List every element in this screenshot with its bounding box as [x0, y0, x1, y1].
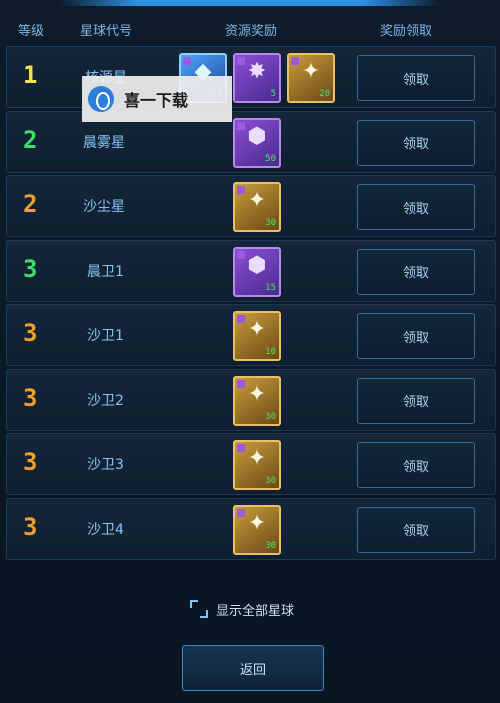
reward-quantity: 50 — [265, 153, 276, 164]
claim-button[interactable]: 领取 — [357, 184, 475, 230]
gold-star-icon: ✦ — [247, 381, 267, 407]
planet-code: 沙卫3 — [87, 457, 124, 473]
reward-quantity: 5 — [270, 89, 276, 99]
claim-button[interactable]: 领取 — [357, 377, 475, 424]
planet-code: 沙卫1 — [87, 328, 124, 344]
level-value: 2 — [23, 190, 38, 218]
claim-button[interactable]: 领取 — [357, 119, 475, 166]
header-claim-reward: 奖励领取 — [380, 24, 433, 39]
watermark: 喜一下载 — [82, 76, 232, 122]
header-resource-reward: 资源奖励 — [225, 24, 278, 39]
crystal-cluster-icon: ✸ — [247, 59, 267, 84]
reward-item[interactable]: ✸ 5 — [233, 53, 281, 103]
level-value: 3 — [23, 448, 38, 476]
table-row: 3 沙卫2 ✦ 30 领取 — [6, 368, 496, 431]
watermark-logo-icon — [88, 86, 114, 112]
level-value: 3 — [23, 254, 38, 283]
planet-code: 沙卫2 — [87, 392, 124, 409]
show-all-label: 显示全部星球 — [216, 603, 295, 619]
crystal-icon: ⬢ — [247, 123, 267, 149]
level-value: 3 — [23, 512, 38, 541]
back-button[interactable]: 返回 — [182, 645, 324, 691]
level-value: 3 — [23, 383, 38, 412]
table-row: 2 晨雾星 ⬢ 50 领取 — [6, 110, 496, 173]
reward-item[interactable]: ✦ 30 — [233, 504, 281, 555]
reward-item[interactable]: ⬢ 50 — [233, 117, 281, 168]
reward-quantity: 15 — [265, 282, 276, 293]
table-row: 2 沙尘星 ✦ 30 领取 — [6, 175, 496, 237]
claim-button[interactable]: 领取 — [357, 248, 475, 295]
reward-item[interactable]: ✦ 30 — [233, 440, 281, 490]
table-row: 3 沙卫1 ✦ 10 领取 — [6, 304, 496, 366]
reward-quantity: 20 — [319, 89, 330, 99]
level-value: 2 — [23, 125, 38, 154]
planet-code: 沙卫4 — [87, 521, 124, 538]
checkbox-icon[interactable] — [190, 600, 208, 618]
reward-quantity: 10 — [265, 347, 276, 357]
reward-item[interactable]: ⬢ 15 — [233, 246, 281, 297]
level-value: 1 — [23, 61, 38, 89]
table-row: 1核源星◆200✸5✦20领取 — [6, 46, 496, 108]
reward-item[interactable]: ✦ 10 — [233, 311, 281, 361]
crystal-icon: ⬢ — [247, 252, 267, 278]
reward-quantity: 30 — [265, 218, 276, 228]
level-value: 3 — [23, 319, 38, 347]
reward-quantity: 30 — [265, 540, 276, 551]
show-all-planets-toggle[interactable]: 显示全部星球 — [190, 597, 294, 621]
reward-item[interactable]: ✦ 30 — [233, 182, 281, 232]
claim-button[interactable]: 领取 — [357, 506, 475, 553]
claim-button[interactable]: 领取 — [357, 313, 475, 359]
planet-code: 晨雾星 — [83, 134, 125, 151]
gold-star-icon: ✦ — [301, 59, 321, 84]
table-row: 3 沙卫4 ✦ 30 领取 — [6, 497, 496, 560]
table-row: 3 晨卫1 ⬢ 15 领取 — [6, 239, 496, 302]
watermark-text: 喜一下载 — [124, 91, 189, 110]
header-planet-code: 星球代号 — [80, 24, 133, 39]
header-level: 等级 — [18, 24, 45, 39]
reward-item[interactable]: ✦ 20 — [287, 53, 335, 103]
gold-star-icon: ✦ — [247, 446, 267, 471]
claim-button[interactable]: 领取 — [357, 55, 475, 101]
gold-star-icon: ✦ — [247, 188, 267, 213]
planet-code: 晨卫1 — [87, 263, 124, 280]
claim-button[interactable]: 领取 — [357, 442, 475, 488]
reward-item[interactable]: ✦ 30 — [233, 375, 281, 426]
planet-rewards-panel: 等级 星球代号 资源奖励 奖励领取 1核源星◆200✸5✦20领取2晨雾星⬢50… — [0, 0, 500, 703]
planet-code: 沙尘星 — [83, 199, 125, 215]
reward-quantity: 30 — [265, 411, 276, 422]
top-decoration — [60, 0, 440, 6]
gold-star-icon: ✦ — [247, 317, 267, 342]
reward-quantity: 30 — [265, 476, 276, 486]
table-row: 3 沙卫3 ✦ 30 领取 — [6, 433, 496, 495]
gold-star-icon: ✦ — [247, 510, 267, 536]
table-header: 等级 星球代号 资源奖励 奖励领取 — [0, 14, 500, 42]
